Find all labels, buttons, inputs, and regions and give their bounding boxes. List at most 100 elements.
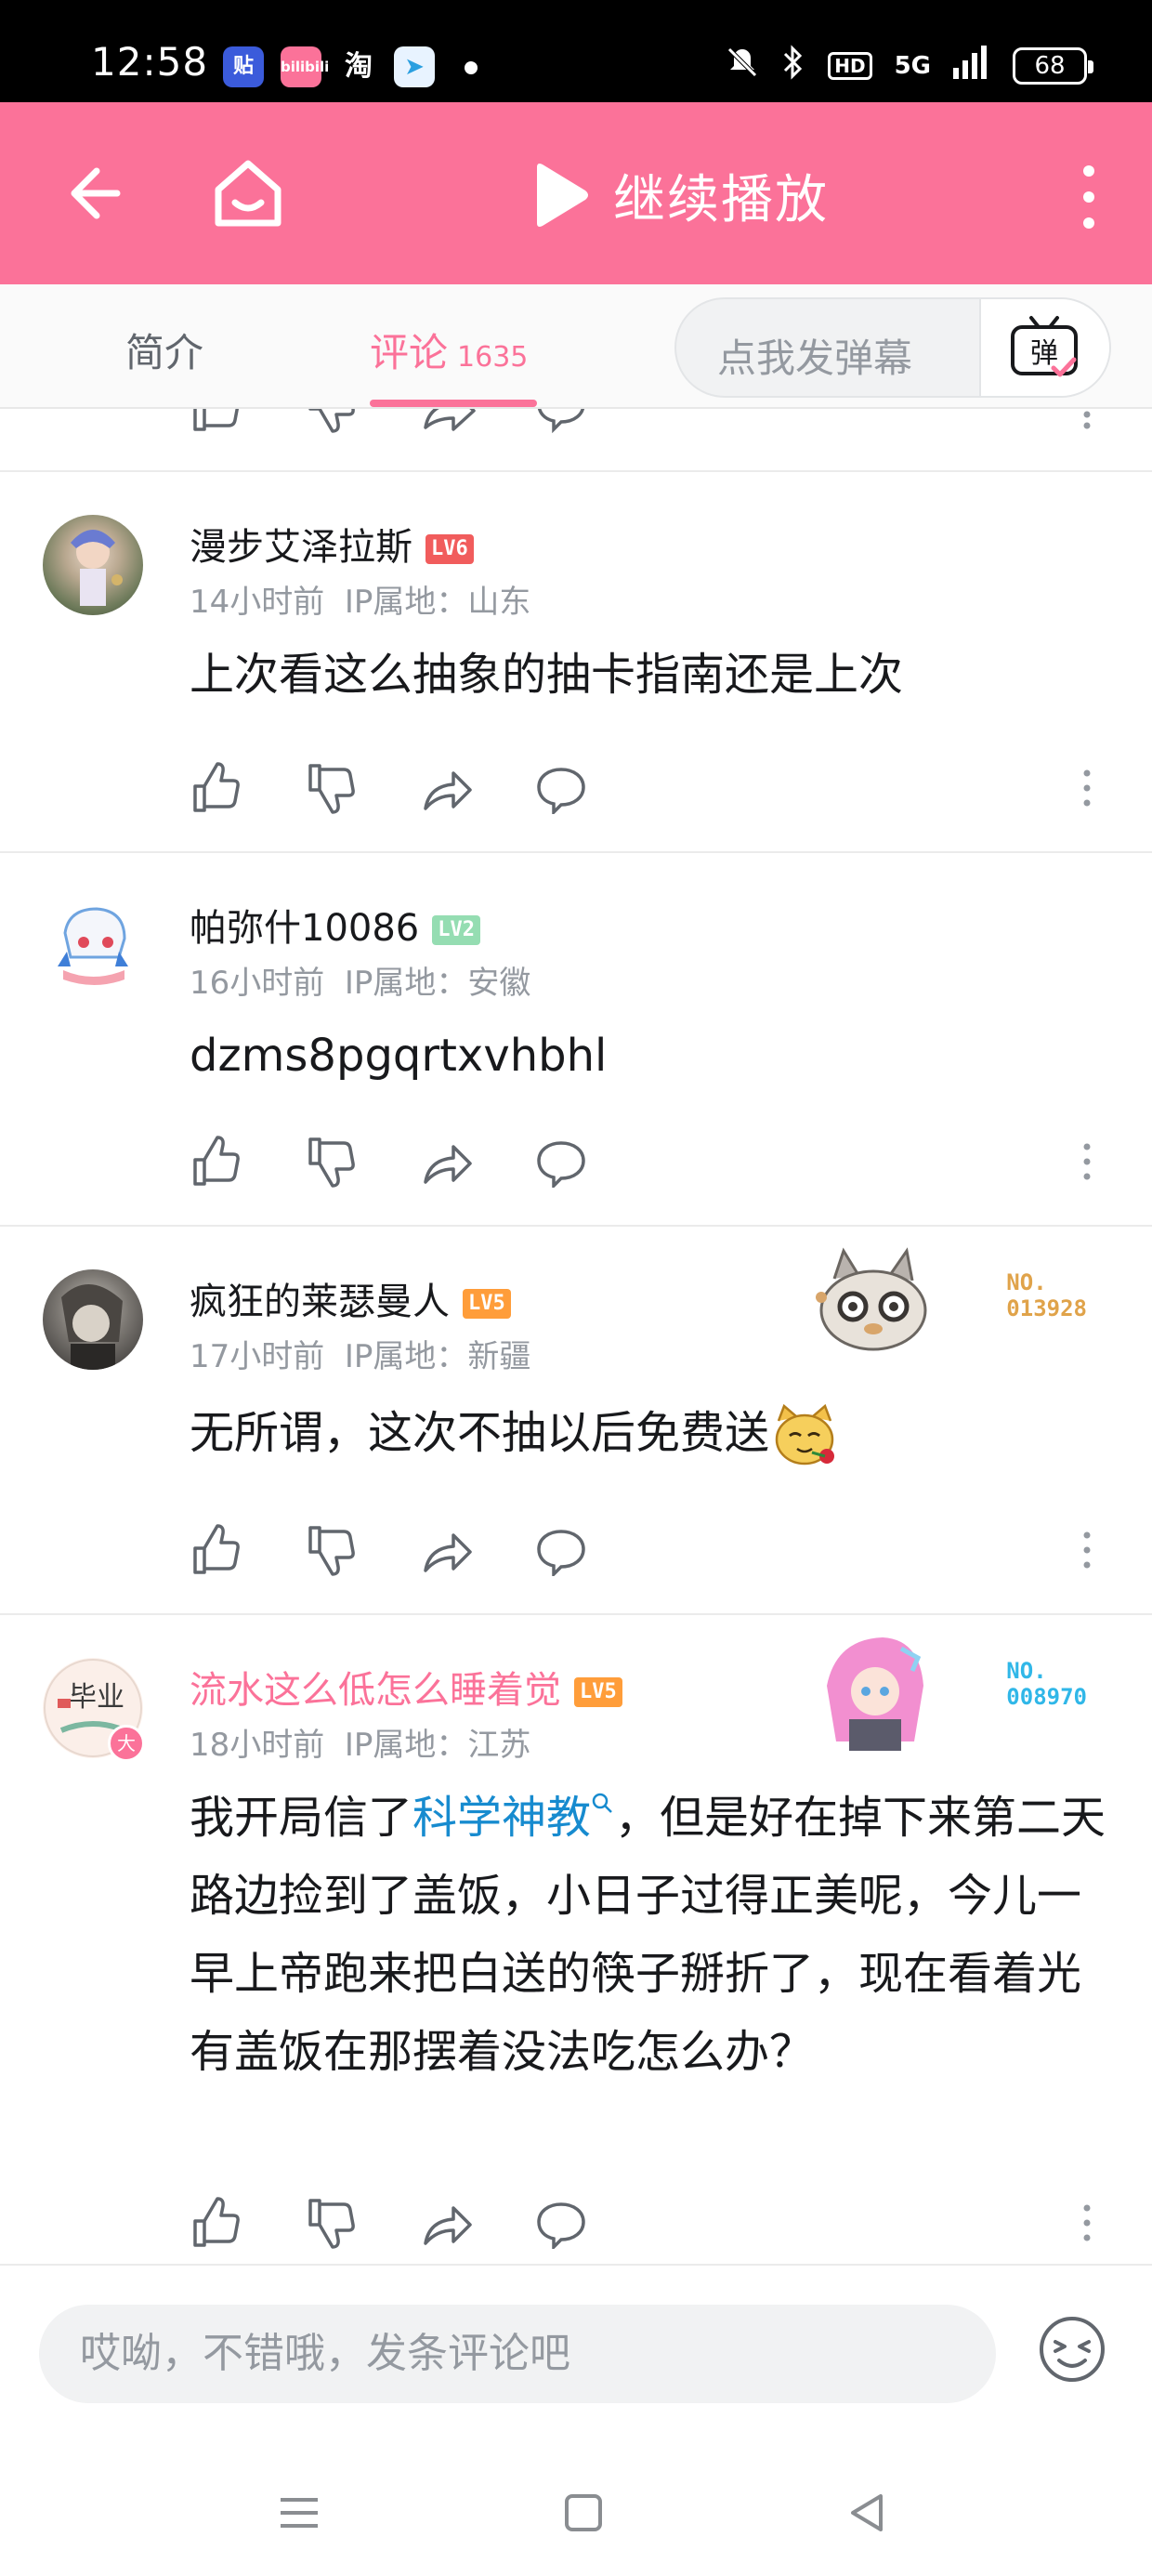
screen: 12:58 贴 bilibili 淘 ➤ HD 5G 68 继续播放 简介 评论… (0, 0, 1152, 2576)
play-icon (537, 164, 588, 227)
search-icon (592, 1793, 612, 1813)
battery-icon: 68 (1013, 47, 1093, 85)
tab-bar: 简介 评论 1635 点我发弹幕 弹 (0, 284, 1152, 409)
comment-username[interactable]: 疯狂的莱瑟曼人 LV5 (190, 1271, 511, 1325)
username-text: 漫步艾泽拉斯 (190, 526, 412, 569)
anime-girl-sticker-icon (827, 1637, 923, 1751)
fan-card-badge[interactable]: NO. 008970 (808, 1630, 1087, 1760)
like-icon[interactable] (190, 762, 242, 814)
comment-actions (190, 1136, 1109, 1191)
comment-item: 帕弥什10086 LV2 16小时前 IP属地：安徽 dzms8pgqrtxvhb… (0, 853, 1152, 1225)
previous-comment-actions (0, 409, 1152, 470)
comment-meta: 18小时前 IP属地：江苏 (190, 1719, 530, 1765)
cat-sticker-icon (816, 1247, 927, 1351)
comment-meta: 14小时前 IP属地：山东 (190, 576, 530, 622)
dislike-icon[interactable] (305, 1524, 357, 1576)
reply-icon[interactable] (535, 1524, 587, 1576)
reply-icon[interactable] (535, 1136, 587, 1188)
comment-more-icon[interactable] (1078, 2197, 1096, 2249)
share-icon[interactable] (420, 762, 472, 814)
reply-icon[interactable] (535, 2197, 587, 2249)
rose-dog-emoji-icon (775, 1403, 835, 1465)
more-notifications-dot (465, 61, 478, 74)
comment-actions (190, 1524, 1109, 1580)
search-link[interactable]: 科学神教 (412, 1792, 615, 1844)
dislike-icon[interactable] (305, 2197, 357, 2249)
search-link-text: 科学神教 (412, 1792, 592, 1844)
fan-card-badge[interactable]: NO. 013928 (808, 1242, 1087, 1372)
fan-number: NO. 008970 (1006, 1658, 1087, 1710)
avatar[interactable]: 毕业 大 (43, 1658, 145, 1762)
username-text: 帕弥什10086 (190, 907, 420, 950)
status-bar: 12:58 贴 bilibili 淘 ➤ HD 5G 68 (0, 0, 1152, 102)
comment-item: 漫步艾泽拉斯 LV6 14小时前 IP属地：山东 上次看这么抽象的抽卡指南还是上次 (0, 472, 1152, 851)
more-vertical-icon[interactable] (1072, 162, 1106, 232)
emoji-icon[interactable] (1037, 2314, 1107, 2385)
comment-username[interactable]: 帕弥什10086 LV2 (190, 898, 480, 952)
tieba-app-icon: 贴 (223, 46, 264, 87)
fan-number: NO. 013928 (1006, 1269, 1087, 1321)
comment-ip: IP属地：安徽 (344, 965, 531, 1002)
comment-more-icon[interactable] (1078, 1136, 1096, 1188)
danmaku-placeholder: 点我发弹幕 (717, 335, 913, 381)
avatar[interactable] (43, 515, 143, 615)
comment-time: 18小时前 (190, 1727, 325, 1764)
comment-more-icon[interactable] (1078, 1524, 1096, 1576)
danmaku-toggle-button[interactable]: 弹 (979, 299, 1109, 396)
dislike-icon[interactable] (305, 762, 357, 814)
comment-meta: 16小时前 IP属地：安徽 (190, 957, 530, 1003)
dislike-icon[interactable] (305, 1136, 357, 1188)
comment-content: 我开局信了科学神教 ，但是好在掉下来第二天路边捡到了盖饭，小日子过得正美呢，今儿一… (190, 1779, 1119, 2091)
back-arrow-icon[interactable] (56, 158, 126, 229)
back-triangle-icon[interactable] (840, 2485, 896, 2541)
active-tab-indicator (370, 400, 537, 407)
home-square-icon[interactable] (556, 2485, 611, 2541)
bluetooth-icon (781, 45, 805, 87)
comment-username[interactable]: 流水这么低怎么睡着觉 LV5 (190, 1660, 622, 1714)
comment-username[interactable]: 漫步艾泽拉斯 LV6 (190, 517, 474, 571)
comment-input[interactable]: 哎呦，不错哦，发条评论吧 (39, 2305, 996, 2403)
continue-play-button[interactable]: 继续播放 (530, 158, 829, 232)
level-badge: LV5 (463, 1289, 511, 1319)
comment-time: 17小时前 (190, 1338, 325, 1375)
continue-play-label: 继续播放 (613, 169, 829, 230)
tab-comments[interactable]: 评论 1635 (370, 322, 528, 378)
comment-more-icon[interactable] (1078, 762, 1096, 814)
previous-action-icons[interactable] (190, 409, 617, 433)
comment-list: 漫步艾泽拉斯 LV6 14小时前 IP属地：山东 上次看这么抽象的抽卡指南还是上次… (0, 409, 1152, 2264)
svg-text:弹: 弹 (1030, 337, 1058, 370)
system-nav-bar (0, 2444, 1152, 2576)
comment-input-bar: 哎呦，不错哦，发条评论吧 (0, 2264, 1152, 2444)
like-icon[interactable] (190, 1136, 242, 1188)
comment-text: 无所谓，这次不抽以后免费送 (190, 1407, 770, 1459)
comment-time: 16小时前 (190, 965, 325, 1002)
taobao-app-icon: 淘 (345, 50, 373, 83)
comment-ip: IP属地：山东 (344, 584, 531, 621)
avatar[interactable] (43, 1269, 143, 1370)
avatar[interactable] (43, 896, 143, 996)
previous-more-icon[interactable] (1078, 409, 1096, 431)
like-icon[interactable] (190, 2197, 242, 2249)
comment-content: dzms8pgqrtxvhbhl (190, 1030, 608, 1082)
like-icon[interactable] (190, 1524, 242, 1576)
comment-item: 毕业 大 流水这么低怎么睡着觉 LV5 18小时前 IP属地：江苏 NO. 00… (0, 1615, 1152, 2264)
reply-icon[interactable] (535, 762, 587, 814)
network-label: 5G (894, 52, 931, 80)
comment-item: 疯狂的莱瑟曼人 LV5 17小时前 IP属地：新疆 NO. 013928 无所谓… (0, 1227, 1152, 1613)
home-icon[interactable] (209, 154, 287, 232)
fan-no-value: 008970 (1006, 1684, 1087, 1710)
svg-text:毕业: 毕业 (69, 1681, 124, 1714)
menu-icon[interactable] (271, 2485, 327, 2541)
telegram-app-icon: ➤ (394, 46, 435, 87)
level-badge: LV5 (574, 1677, 622, 1707)
share-icon[interactable] (420, 2197, 472, 2249)
comment-count: 1635 (457, 341, 529, 374)
bilibili-app-icon: bilibili (281, 46, 329, 87)
tab-intro[interactable]: 简介 (125, 322, 203, 378)
share-icon[interactable] (420, 1136, 472, 1188)
share-icon[interactable] (420, 1524, 472, 1576)
video-header-bar: 继续播放 (0, 102, 1152, 284)
hd-badge: HD (828, 52, 872, 80)
comment-ip: IP属地：新疆 (344, 1338, 531, 1375)
danmaku-entry[interactable]: 点我发弹幕 弹 (674, 297, 1111, 398)
